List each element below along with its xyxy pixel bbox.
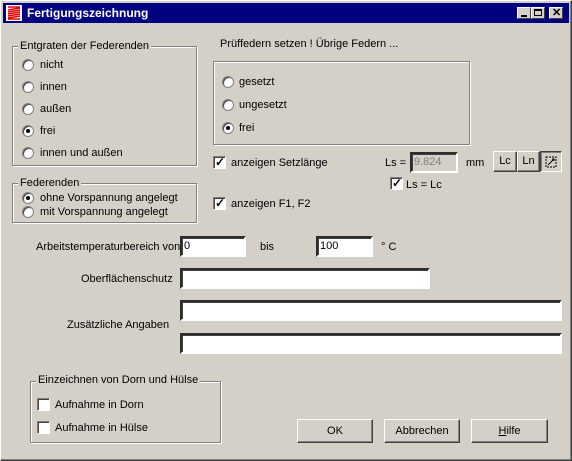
custom-length-button[interactable] <box>540 151 562 172</box>
huelse-checkbox[interactable] <box>37 421 50 434</box>
close-icon: ✕ <box>552 7 562 19</box>
radio-aussen-label: außen <box>40 103 72 115</box>
maximize-button[interactable] <box>531 7 545 19</box>
zusatz-field-1[interactable] <box>180 300 562 321</box>
radio-mit-vorspannung-label: mit Vorspannung angelegt <box>40 206 168 218</box>
ls-unit: mm <box>466 157 485 169</box>
minimize-icon <box>521 15 527 17</box>
minimize-button[interactable] <box>517 7 531 19</box>
radio-gesetzt[interactable] <box>222 76 234 88</box>
radio-nicht[interactable] <box>22 59 34 71</box>
zusatz-field-2[interactable] <box>180 333 562 354</box>
lc-button[interactable]: Lc <box>493 151 517 172</box>
radio-ungesetzt[interactable] <box>222 99 234 111</box>
pruef-heading: Prüffedern setzen ! Übrige Federn ... <box>220 38 399 50</box>
radio-innen-und-aussen[interactable] <box>22 147 34 159</box>
temp-bis-label: bis <box>260 241 275 253</box>
f1f2-label: anzeigen F1, F2 <box>231 198 311 210</box>
setzlaenge-label: anzeigen Setzlänge <box>231 157 328 169</box>
ls-label: Ls = <box>385 157 407 169</box>
radio-ohne-vorspannung-label: ohne Vorspannung angelegt <box>40 192 178 204</box>
entgraten-group-title: Entgraten der Federenden <box>18 40 152 52</box>
temp-to-field[interactable]: 100 <box>316 236 373 257</box>
length-edit-icon <box>545 156 557 168</box>
ls-eq-lc-label: Ls = Lc <box>406 179 442 191</box>
radio-frei[interactable] <box>22 125 34 137</box>
radio-gesetzt-label: gesetzt <box>239 76 275 88</box>
temp-unit: ° C <box>381 241 397 253</box>
maximize-icon <box>534 9 542 16</box>
cancel-button[interactable]: Abbrechen <box>384 419 460 443</box>
radio-innen-label: innen <box>40 81 67 93</box>
federenden-group-title: Federenden <box>18 177 82 189</box>
close-button[interactable]: ✕ <box>549 7 563 19</box>
ls-eq-lc-checkbox[interactable] <box>390 176 403 190</box>
spring-app-icon <box>6 5 22 21</box>
radio-frei-label: frei <box>40 125 56 137</box>
dialog-window: Fertigungszeichnung ✕ Entgraten der Fede… <box>0 0 572 461</box>
dorn-group-title: Einzeichnen von Dorn und Hülse <box>36 374 201 386</box>
radio-mit-vorspannung[interactable] <box>22 206 34 218</box>
temp-label: Arbeitstemperaturbereich von <box>36 241 181 253</box>
huelse-label: Aufnahme in Hülse <box>55 422 148 434</box>
radio-innen[interactable] <box>22 81 34 93</box>
oberflaeche-label: Oberflächenschutz <box>81 273 173 285</box>
f1f2-checkbox[interactable] <box>213 196 226 210</box>
radio-pruef-frei-label: frei <box>239 122 255 134</box>
dorn-label: Aufnahme in Dorn <box>55 399 144 411</box>
ln-button[interactable]: Ln <box>517 151 540 172</box>
radio-pruef-frei[interactable] <box>222 122 234 134</box>
zusatz-label: Zusätzliche Angaben <box>67 319 170 331</box>
radio-ungesetzt-label: ungesetzt <box>239 99 287 111</box>
radio-nicht-label: nicht <box>40 59 64 71</box>
temp-from-field[interactable]: 0 <box>180 236 246 257</box>
ls-value-field[interactable]: 9.824 <box>410 152 458 173</box>
ok-button[interactable]: OK <box>297 419 373 443</box>
title-bar[interactable]: Fertigungszeichnung ✕ <box>3 3 569 23</box>
setzlaenge-checkbox[interactable] <box>213 155 226 169</box>
radio-aussen[interactable] <box>22 103 34 115</box>
radio-innen-und-aussen-label: innen und außen <box>40 147 123 159</box>
window-title: Fertigungszeichnung <box>27 6 149 20</box>
radio-ohne-vorspannung[interactable] <box>22 192 34 204</box>
help-button[interactable]: Hilfe <box>471 419 548 443</box>
oberflaeche-field[interactable] <box>180 268 430 289</box>
dorn-checkbox[interactable] <box>37 398 50 411</box>
